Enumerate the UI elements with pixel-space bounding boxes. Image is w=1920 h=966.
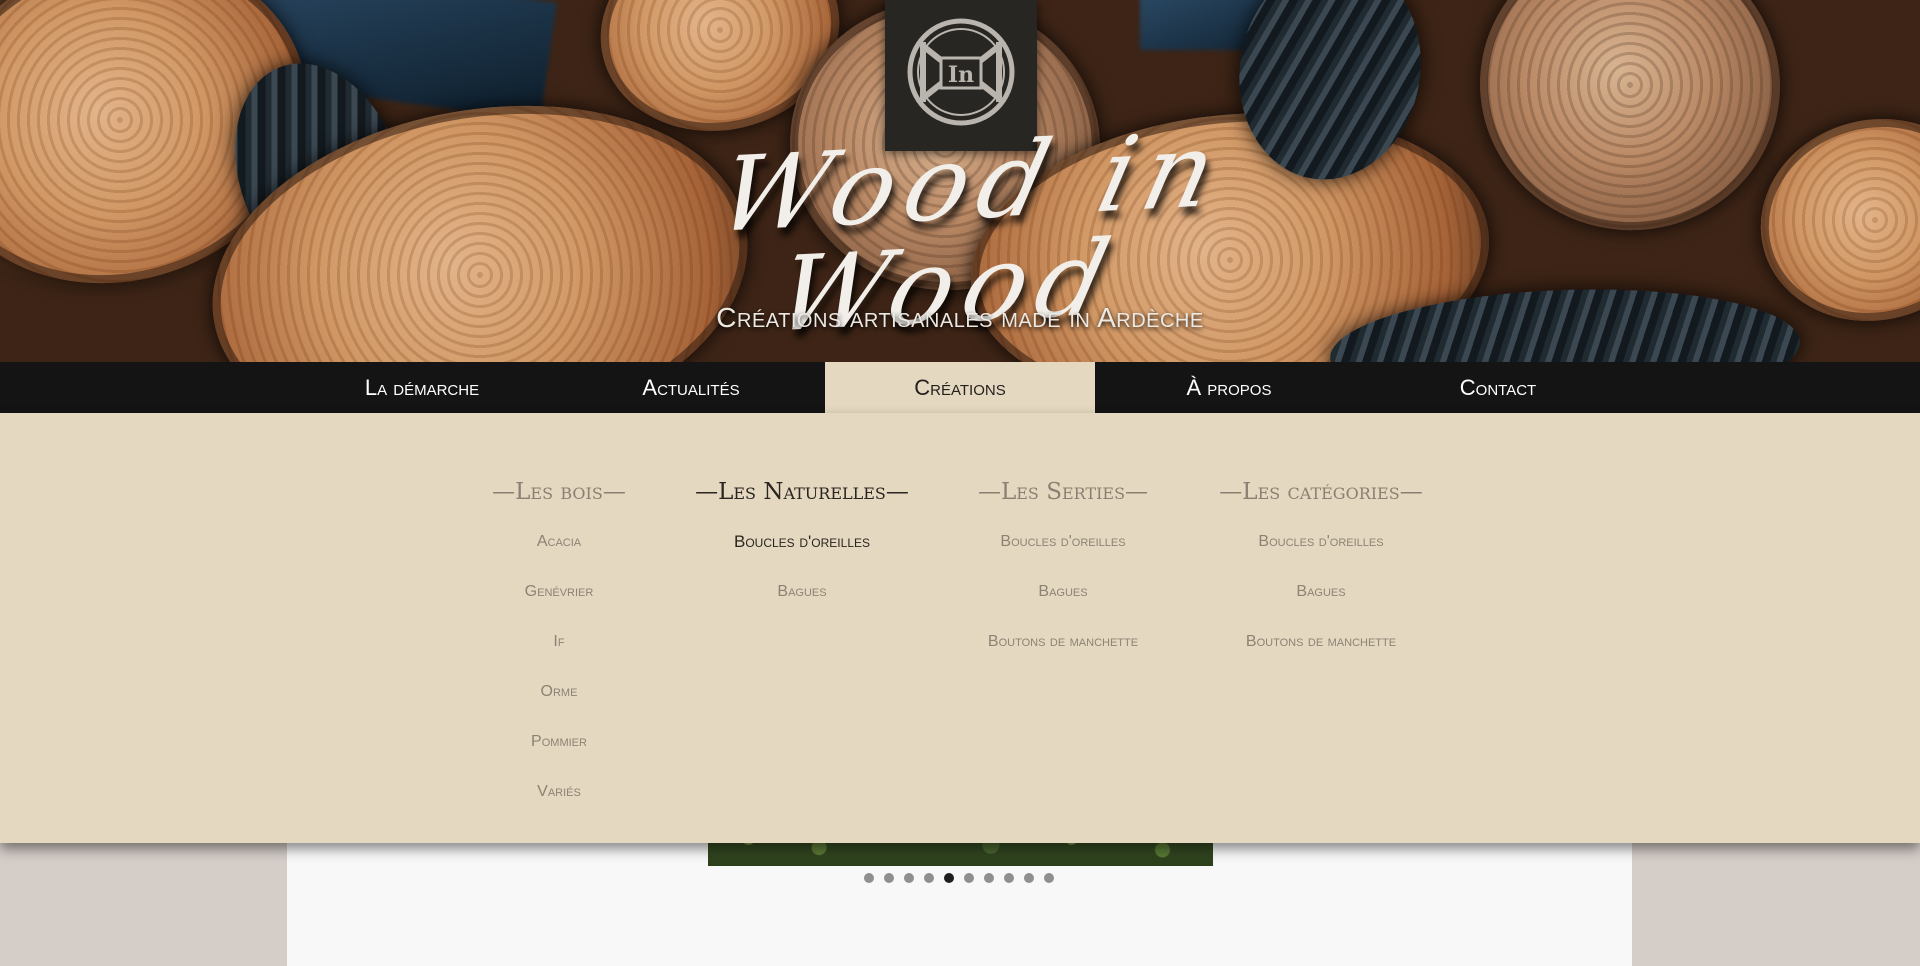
menu-link-categories-bagues[interactable]: Bagues <box>1196 577 1446 607</box>
nav-item-a-propos[interactable]: À propos <box>1094 362 1364 413</box>
slider-dot[interactable] <box>1044 873 1054 883</box>
nav-item-actualites[interactable]: Actualités <box>556 362 826 413</box>
main-navigation: La démarche Actualités Créations À propo… <box>0 362 1920 414</box>
menu-link-naturelles-boucles[interactable]: Boucles d'oreilles <box>682 527 922 557</box>
slider-dot[interactable] <box>964 873 974 883</box>
slider-dot[interactable] <box>1004 873 1014 883</box>
menu-link-naturelles-bagues[interactable]: Bagues <box>682 577 922 607</box>
nav-item-creations[interactable]: Créations <box>825 362 1095 413</box>
menu-link-categories-boutons[interactable]: Boutons de manchette <box>1196 627 1446 657</box>
menu-column-les-naturelles: —Les Naturelles— Boucles d'oreilles Bagu… <box>682 477 922 607</box>
menu-column-les-bois: —Les bois— Acacia Genévrier If Orme Pomm… <box>459 477 659 807</box>
menu-heading-les-naturelles[interactable]: —Les Naturelles— <box>682 477 922 507</box>
menu-link-categories-boucles[interactable]: Boucles d'oreilles <box>1196 527 1446 557</box>
hero-header: In Wood in Wood Créations artisanales ma… <box>0 0 1920 362</box>
slider-dot[interactable] <box>904 873 914 883</box>
menu-column-les-categories: —Les catégories— Boucles d'oreilles Bagu… <box>1196 477 1446 657</box>
menu-link-genevrier[interactable]: Genévrier <box>459 577 659 607</box>
slider-dot[interactable] <box>1024 873 1034 883</box>
menu-heading-les-categories[interactable]: —Les catégories— <box>1196 477 1446 507</box>
menu-link-pommier[interactable]: Pommier <box>459 727 659 757</box>
menu-link-serties-boucles[interactable]: Boucles d'oreilles <box>953 527 1173 557</box>
slider-dot-active[interactable] <box>944 873 954 883</box>
slider-dot[interactable] <box>924 873 934 883</box>
menu-link-varies[interactable]: Variés <box>459 777 659 807</box>
slider-dot[interactable] <box>984 873 994 883</box>
menu-link-serties-boutons[interactable]: Boutons de manchette <box>953 627 1173 657</box>
slider-pagination <box>864 873 1054 883</box>
menu-heading-les-serties[interactable]: —Les Serties— <box>953 477 1173 507</box>
nav-item-la-demarche[interactable]: La démarche <box>287 362 557 413</box>
menu-link-serties-bagues[interactable]: Bagues <box>953 577 1173 607</box>
monogram-icon: In <box>907 18 1015 126</box>
site-subtitle: Créations artisanales made in Ardèche <box>716 302 1204 333</box>
menu-link-orme[interactable]: Orme <box>459 677 659 707</box>
menu-heading-les-bois[interactable]: —Les bois— <box>459 477 659 507</box>
nav-item-contact[interactable]: Contact <box>1363 362 1633 413</box>
slider-dot[interactable] <box>884 873 894 883</box>
creations-mega-menu: —Les bois— Acacia Genévrier If Orme Pomm… <box>0 413 1920 843</box>
menu-link-if[interactable]: If <box>459 627 659 657</box>
slider-dot[interactable] <box>864 873 874 883</box>
menu-link-acacia[interactable]: Acacia <box>459 527 659 557</box>
menu-column-les-serties: —Les Serties— Boucles d'oreilles Bagues … <box>953 477 1173 657</box>
svg-text:In: In <box>948 62 974 88</box>
